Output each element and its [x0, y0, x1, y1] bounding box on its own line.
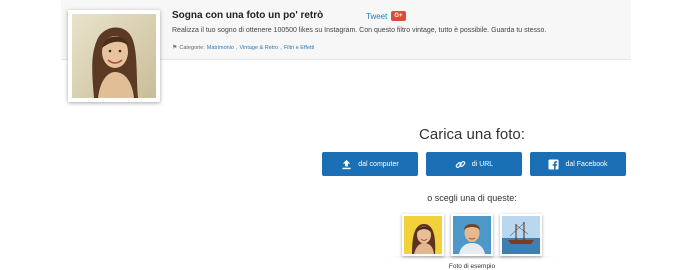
- sample-photo-man[interactable]: [451, 214, 493, 256]
- social-share: Tweet G+: [366, 11, 406, 21]
- woman-portrait-image: [72, 14, 156, 98]
- upload-from-computer-label: dal computer: [358, 160, 399, 168]
- man-sample-image: [453, 216, 491, 254]
- link-icon: [455, 160, 466, 168]
- google-plus-button[interactable]: G+: [391, 11, 406, 21]
- tag-icon: ⚑: [172, 45, 178, 51]
- upload-from-facebook-button[interactable]: dal Facebook: [530, 152, 626, 176]
- category-link-matrimonio[interactable]: Matrimonio: [207, 45, 234, 51]
- category-separator: ,: [235, 44, 238, 51]
- category-link-vintage-retro[interactable]: Vintage & Retro: [240, 45, 279, 51]
- upload-title: Carica una foto:: [419, 126, 525, 143]
- effect-description: Realizza il tuo sogno di ottenere 100500…: [172, 27, 547, 34]
- tweet-button[interactable]: Tweet: [366, 12, 387, 21]
- effect-title[interactable]: Sogna con una foto un po' retrò: [172, 10, 323, 21]
- facebook-icon: [548, 158, 560, 170]
- effect-preview-image[interactable]: [68, 10, 160, 102]
- categories-label: Categorie:: [179, 44, 205, 51]
- upload-icon: [342, 159, 351, 169]
- boat-sample-image: [502, 216, 540, 254]
- sample-photos: [402, 214, 542, 256]
- sample-photo-boat[interactable]: [500, 214, 542, 256]
- categories-row: ⚑ Categorie: Matrimonio, Vintage & Retro…: [172, 44, 314, 52]
- choose-sample-label: o scegli una di queste:: [427, 193, 517, 203]
- upload-from-facebook-label: dal Facebook: [565, 160, 608, 168]
- upload-from-computer-button[interactable]: dal computer: [322, 152, 418, 176]
- woman-sample-image: [404, 216, 442, 254]
- category-link-filtri-effetti[interactable]: Filtri e Effetti: [284, 45, 314, 51]
- sample-photo-woman[interactable]: [402, 214, 444, 256]
- upload-from-url-button[interactable]: di URL: [426, 152, 522, 176]
- category-separator: ,: [280, 44, 282, 51]
- samples-caption: Foto di esempio: [448, 263, 496, 270]
- upload-buttons: dal computer di URL dal Facebook: [322, 152, 626, 176]
- upload-from-url-label: di URL: [471, 160, 494, 168]
